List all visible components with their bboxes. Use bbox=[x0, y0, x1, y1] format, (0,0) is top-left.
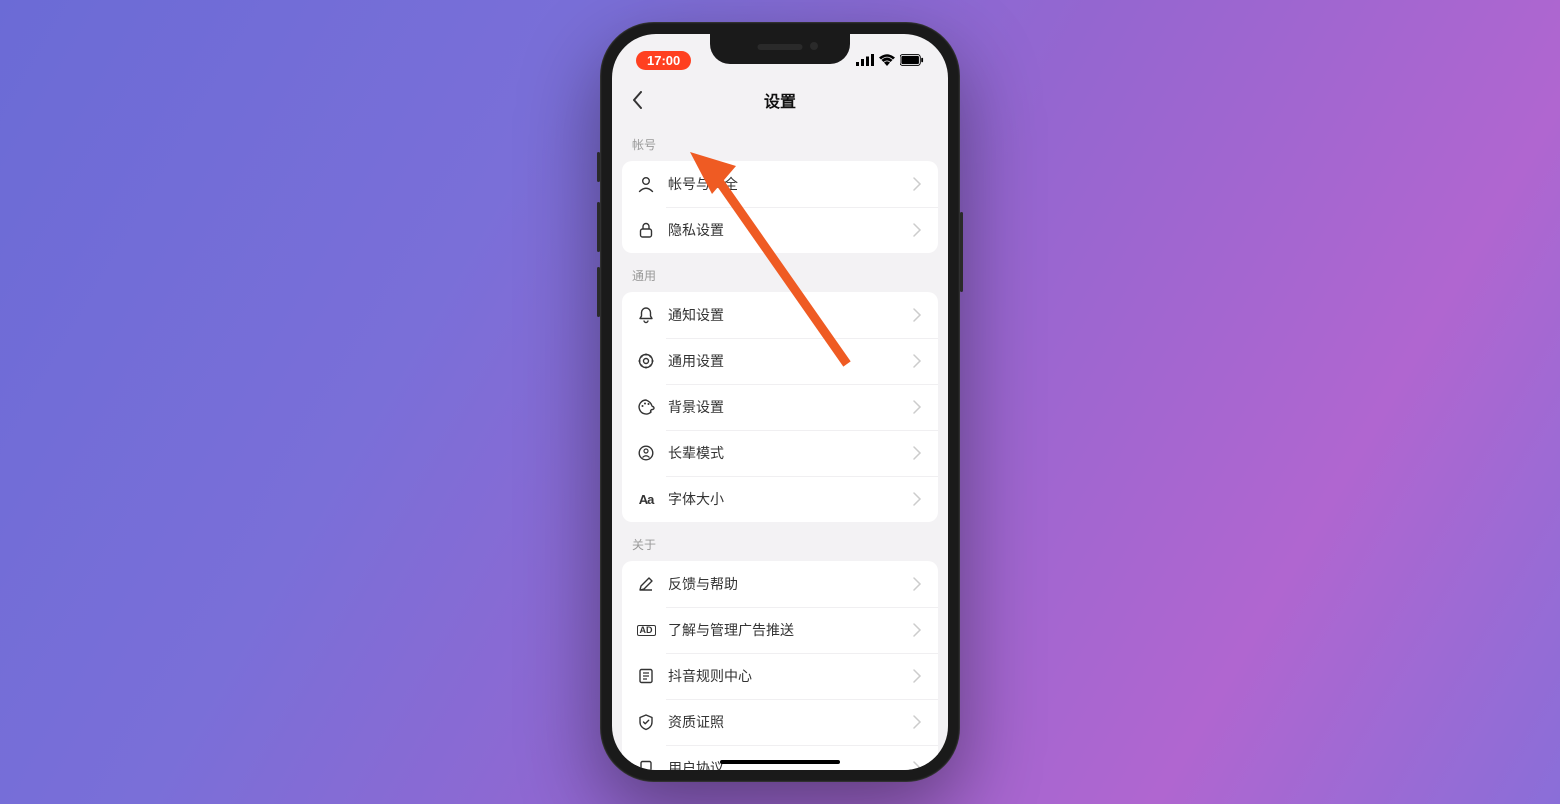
status-time: 17:00 bbox=[636, 51, 691, 70]
chevron-right-icon bbox=[910, 308, 924, 322]
item-label: 资质证照 bbox=[668, 712, 910, 732]
ad-icon: AD bbox=[636, 620, 656, 640]
signal-icon bbox=[856, 54, 874, 66]
chevron-right-icon bbox=[910, 761, 924, 770]
nav-bar: 设置 bbox=[612, 78, 948, 122]
content: 帐号 帐号与安全 隐私设置 通用 通知设置 bbox=[612, 122, 948, 770]
chevron-right-icon bbox=[910, 400, 924, 414]
chevron-right-icon bbox=[910, 623, 924, 637]
item-account-security[interactable]: 帐号与安全 bbox=[622, 161, 938, 207]
item-font-size[interactable]: Aa 字体大小 bbox=[622, 476, 938, 522]
phone-frame: 17:00 设置 帐号 帐号与安全 bbox=[600, 22, 960, 782]
doc-icon bbox=[636, 758, 656, 770]
bell-icon bbox=[636, 305, 656, 325]
side-button bbox=[597, 267, 600, 317]
side-button bbox=[597, 152, 600, 182]
back-button[interactable] bbox=[626, 88, 650, 112]
status-icons bbox=[856, 54, 924, 66]
phone-screen: 17:00 设置 帐号 帐号与安全 bbox=[612, 34, 948, 770]
rules-icon bbox=[636, 666, 656, 686]
item-elder-mode[interactable]: 长辈模式 bbox=[622, 430, 938, 476]
item-background[interactable]: 背景设置 bbox=[622, 384, 938, 430]
item-label: 长辈模式 bbox=[668, 443, 910, 463]
item-label: 背景设置 bbox=[668, 397, 910, 417]
item-notification[interactable]: 通知设置 bbox=[622, 292, 938, 338]
chevron-right-icon bbox=[910, 354, 924, 368]
gear-icon bbox=[636, 351, 656, 371]
item-general[interactable]: 通用设置 bbox=[622, 338, 938, 384]
chevron-right-icon bbox=[910, 669, 924, 683]
chevron-right-icon bbox=[910, 715, 924, 729]
item-label: 帐号与安全 bbox=[668, 174, 910, 194]
section-header-general: 通用 bbox=[622, 253, 938, 292]
lock-icon bbox=[636, 220, 656, 240]
section-group-general: 通知设置 通用设置 背景设置 长辈模式 bbox=[622, 292, 938, 522]
item-feedback[interactable]: 反馈与帮助 bbox=[622, 561, 938, 607]
page-title: 设置 bbox=[764, 88, 796, 112]
home-indicator bbox=[720, 760, 840, 764]
item-license[interactable]: 资质证照 bbox=[622, 699, 938, 745]
chevron-right-icon bbox=[910, 492, 924, 506]
item-user-agreement[interactable]: 用户协议 bbox=[622, 745, 938, 770]
chevron-right-icon bbox=[910, 223, 924, 237]
wifi-icon bbox=[879, 54, 895, 66]
item-label: 通用设置 bbox=[668, 351, 910, 371]
item-label: 反馈与帮助 bbox=[668, 574, 910, 594]
section-header-about: 关于 bbox=[622, 522, 938, 561]
notch bbox=[710, 34, 850, 64]
item-label: 通知设置 bbox=[668, 305, 910, 325]
item-label: 隐私设置 bbox=[668, 220, 910, 240]
section-group-about: 反馈与帮助 AD 了解与管理广告推送 抖音规则中心 资质证照 bbox=[622, 561, 938, 770]
side-button bbox=[960, 212, 963, 292]
chevron-right-icon bbox=[910, 446, 924, 460]
palette-icon bbox=[636, 397, 656, 417]
item-label: 抖音规则中心 bbox=[668, 666, 910, 686]
chevron-left-icon bbox=[633, 91, 643, 109]
user-icon bbox=[636, 174, 656, 194]
font-size-icon: Aa bbox=[636, 489, 656, 509]
item-ads[interactable]: AD 了解与管理广告推送 bbox=[622, 607, 938, 653]
item-privacy[interactable]: 隐私设置 bbox=[622, 207, 938, 253]
item-label: 字体大小 bbox=[668, 489, 910, 509]
side-button bbox=[597, 202, 600, 252]
section-header-account: 帐号 bbox=[622, 122, 938, 161]
chevron-right-icon bbox=[910, 577, 924, 591]
chevron-right-icon bbox=[910, 177, 924, 191]
battery-icon bbox=[900, 54, 924, 66]
shield-icon bbox=[636, 712, 656, 732]
pencil-icon bbox=[636, 574, 656, 594]
section-group-account: 帐号与安全 隐私设置 bbox=[622, 161, 938, 253]
item-rules-center[interactable]: 抖音规则中心 bbox=[622, 653, 938, 699]
elder-icon bbox=[636, 443, 656, 463]
item-label: 了解与管理广告推送 bbox=[668, 620, 910, 640]
